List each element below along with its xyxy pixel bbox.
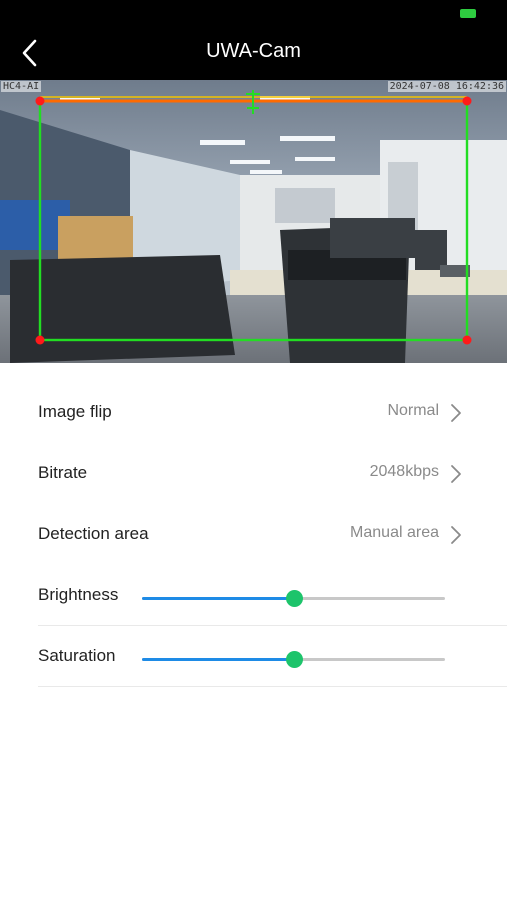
chevron-right-icon [451, 404, 461, 422]
detection-area-overlay[interactable] [0, 80, 507, 363]
camera-preview[interactable]: HC4-AI 2024-07-08 16:42:36 [0, 80, 507, 363]
brightness-slider-thumb[interactable] [285, 590, 303, 607]
brightness-label: Brightness [38, 585, 119, 604]
battery-icon [460, 9, 476, 18]
status-bar [0, 0, 507, 28]
detection-area-box [38, 99, 469, 342]
corner-handle-top-left [35, 96, 45, 106]
saturation-slider-fill [142, 658, 294, 661]
image-flip-value: Normal [387, 402, 439, 419]
saturation-slider-thumb[interactable] [285, 651, 303, 668]
saturation-row: Saturation [0, 626, 507, 687]
nav-bar: UWA-Cam [0, 28, 507, 80]
corner-handle-bottom-right [462, 335, 472, 345]
brightness-row: Brightness [0, 565, 507, 626]
saturation-slider[interactable] [142, 651, 445, 668]
image-flip-label: Image flip [38, 402, 112, 421]
detection-area-label: Detection area [38, 524, 149, 543]
divider [38, 686, 507, 687]
brightness-slider-fill [142, 597, 294, 600]
bitrate-row[interactable]: Bitrate 2048kbps [0, 443, 507, 504]
page-title: UWA-Cam [206, 40, 301, 62]
bitrate-value: 2048kbps [369, 463, 439, 480]
corner-handle-bottom-left [35, 335, 45, 345]
corner-handle-top-right [462, 96, 472, 106]
image-flip-row[interactable]: Image flip Normal [0, 382, 507, 443]
chevron-right-icon [451, 526, 461, 544]
chevron-right-icon [451, 465, 461, 483]
brightness-slider[interactable] [142, 590, 445, 607]
detection-area-value: Manual area [350, 524, 439, 541]
bitrate-label: Bitrate [38, 463, 88, 482]
saturation-label: Saturation [38, 646, 116, 665]
detection-area-row[interactable]: Detection area Manual area [0, 504, 507, 565]
